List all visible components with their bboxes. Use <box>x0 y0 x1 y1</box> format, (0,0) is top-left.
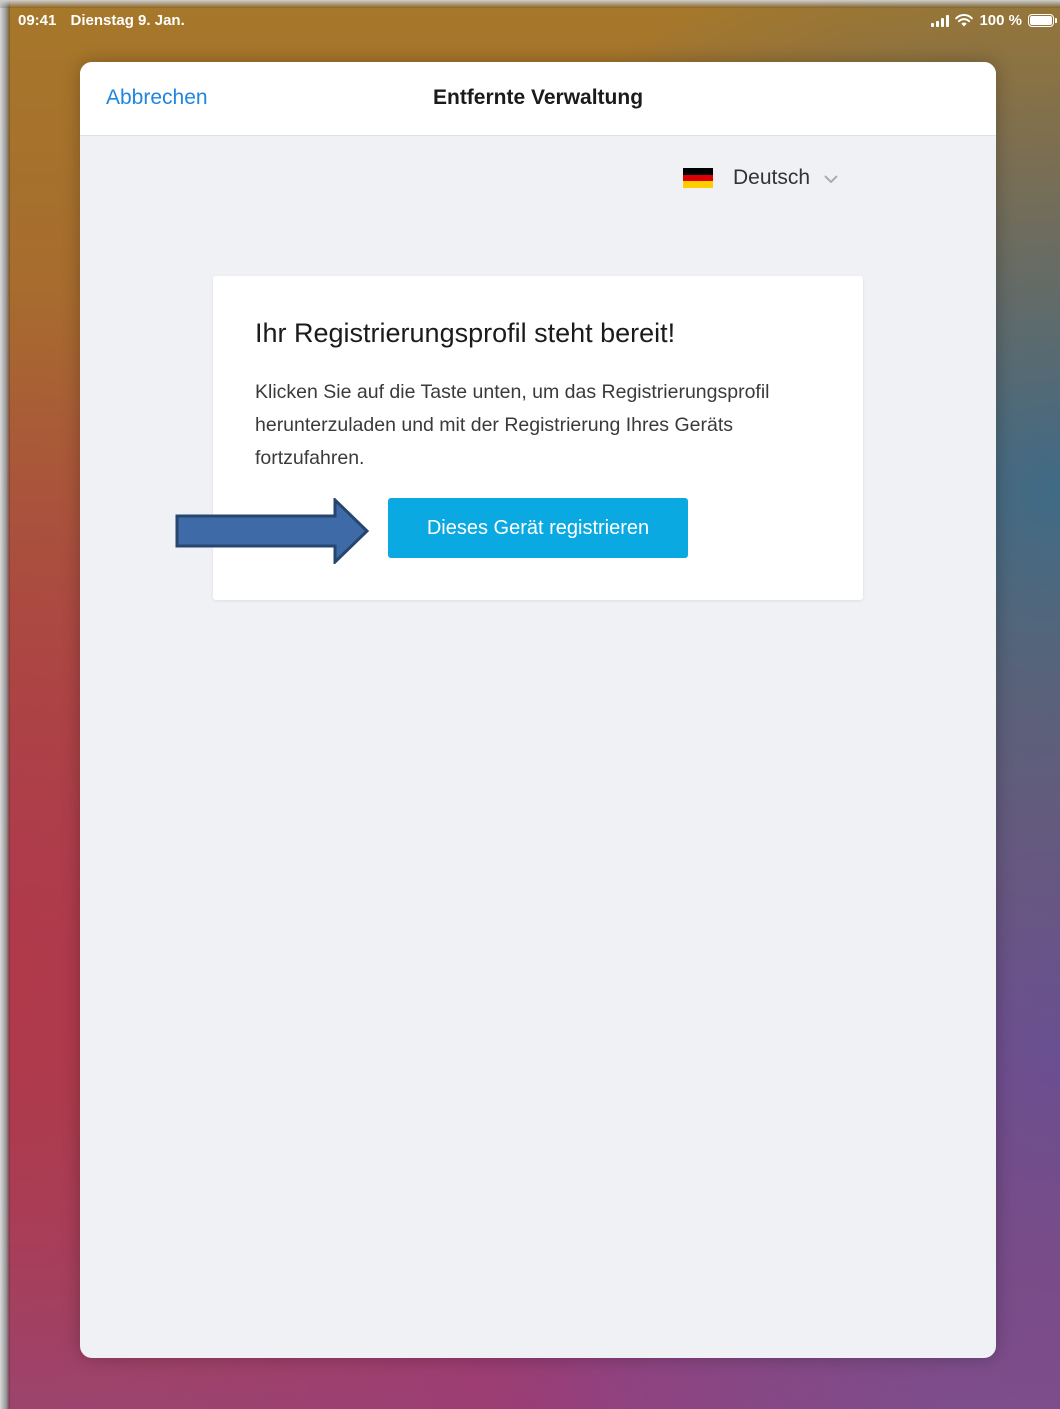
german-flag-icon <box>683 168 713 189</box>
status-time: 09:41 <box>18 12 57 29</box>
status-right: 100 % <box>931 12 1057 29</box>
language-label: Deutsch <box>733 166 811 189</box>
signal-icon <box>931 14 950 27</box>
nav-bar: Abbrechen Entfernte Verwaltung <box>80 62 996 136</box>
device-screen: 09:41 Dienstag 9. Jan. 100 % Abbrechen E… <box>0 0 1060 1409</box>
device-bezel <box>0 0 10 1409</box>
chevron-down-icon <box>824 175 838 183</box>
annotation-arrow-icon <box>175 498 370 564</box>
language-selector[interactable]: Deutsch <box>683 166 838 190</box>
card-title: Ihr Registrierungsprofil steht bereit! <box>255 318 676 348</box>
status-left: 09:41 Dienstag 9. Jan. <box>18 12 195 29</box>
status-bar: 09:41 Dienstag 9. Jan. 100 % <box>18 10 1057 32</box>
status-date: Dienstag 9. Jan. <box>70 12 185 29</box>
remote-management-sheet: Abbrechen Entfernte Verwaltung Deutsch I… <box>80 62 996 1358</box>
nav-title: Entfernte Verwaltung <box>432 86 644 109</box>
battery-percentage: 100 % <box>979 12 1022 29</box>
device-bezel-top <box>0 0 1060 8</box>
card-text: Klicken Sie auf die Taste unten, um das … <box>255 381 770 469</box>
battery-icon <box>1028 14 1057 27</box>
wifi-icon <box>955 14 974 27</box>
register-device-button[interactable]: Dieses Gerät registrieren <box>388 498 688 558</box>
